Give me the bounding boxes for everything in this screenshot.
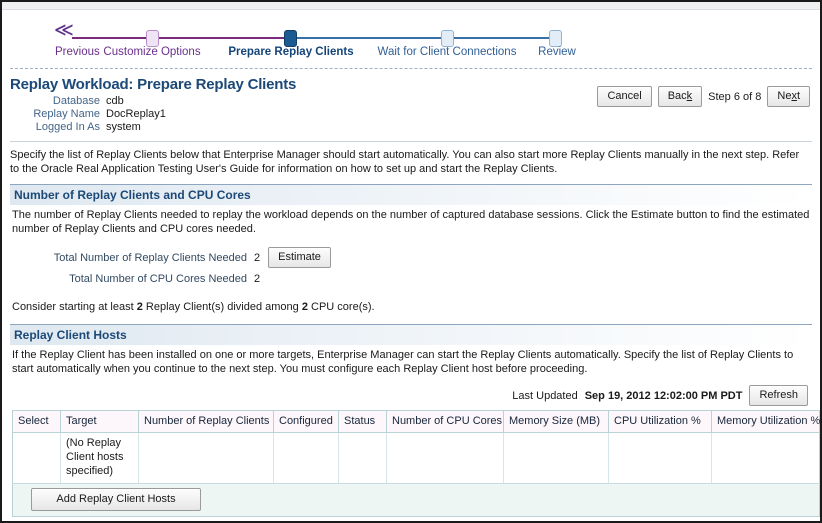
consider-prefix: Consider starting at least <box>12 301 137 313</box>
hosts-description: If the Replay Client has been installed … <box>12 349 794 375</box>
section-body-hosts: If the Replay Client has been installed … <box>10 345 820 519</box>
train-label-prepare-replay-clients: Prepare Replay Clients <box>228 46 354 58</box>
add-replay-client-hosts-button[interactable]: Add Replay Client Hosts <box>31 488 201 511</box>
cell-memory-size <box>503 432 609 484</box>
train-label-previous[interactable]: Previous <box>55 46 100 58</box>
clients-description: The number of Replay Clients needed to r… <box>12 209 810 235</box>
train-track: ≪ <box>2 21 820 47</box>
header-property-row: Database cdb <box>10 95 166 108</box>
cell-configured <box>273 432 339 484</box>
intro-text: Specify the list of Replay Clients below… <box>10 149 800 175</box>
next-button-label-pre: Ne <box>777 90 792 102</box>
cell-cpu-utilization <box>608 432 712 484</box>
train-segment-2 <box>155 37 290 39</box>
consider-middle: Replay Client(s) divided among <box>142 301 302 313</box>
page-header: Replay Workload: Prepare Replay Clients … <box>2 69 820 138</box>
header-property-value: cdb <box>106 95 124 107</box>
section-body-clients: The number of Replay Clients needed to r… <box>10 205 812 316</box>
header-property-label: Replay Name <box>33 108 100 120</box>
label-total-cpu-cores-needed: Total Number of CPU Cores Needed <box>69 273 247 285</box>
consider-line: Consider starting at least 2 Replay Clie… <box>12 300 810 314</box>
clients-form: Total Number of Replay Clients Needed 2 … <box>12 245 331 288</box>
header-property-label: Logged In As <box>35 121 100 133</box>
table-body: (No Replay Client hosts specified) <box>12 432 820 484</box>
window-top-strip <box>2 2 820 10</box>
last-updated-value: Sep 19, 2012 12:02:00 PM PDT <box>584 389 743 402</box>
replay-workload-page: ≪ Previous Customize Options Prepare Rep… <box>0 0 822 523</box>
table-footer: Add Replay Client Hosts <box>12 483 820 517</box>
table-header-row: Select Target Number of Replay Clients C… <box>12 410 820 433</box>
column-header-number-of-replay-clients[interactable]: Number of Replay Clients <box>138 410 274 433</box>
header-property-row: Replay Name DocReplay1 <box>10 108 166 121</box>
section-heading-hosts: Replay Client Hosts <box>10 324 812 345</box>
column-header-memory-size[interactable]: Memory Size (MB) <box>503 410 609 433</box>
estimate-cell: Estimate <box>268 245 331 270</box>
header-actions: Cancel Back Step 6 of 8 Next <box>597 86 810 107</box>
cell-memory-utilization <box>711 432 820 484</box>
table-footer-cell: Add Replay Client Hosts <box>12 483 820 517</box>
back-button-label-pre: Bac <box>667 90 687 102</box>
back-button-accel: k <box>686 90 693 102</box>
column-header-target[interactable]: Target <box>60 410 139 433</box>
value-total-cpu-cores-needed: 2 <box>254 273 261 285</box>
refresh-button[interactable]: Refresh <box>749 385 808 406</box>
table-header: Select Target Number of Replay Clients C… <box>12 410 820 433</box>
cell-number-of-cpu-cores <box>386 432 504 484</box>
estimate-button[interactable]: Estimate <box>268 247 331 268</box>
cell-number-of-replay-clients <box>138 432 274 484</box>
replay-client-hosts-table: Select Target Number of Replay Clients C… <box>12 410 820 517</box>
double-chevron-left-icon[interactable]: ≪ <box>54 21 74 40</box>
train-label-wait-for-client-connections[interactable]: Wait for Client Connections <box>378 46 517 58</box>
section-heading-clients: Number of Replay Clients and CPU Cores <box>10 184 812 205</box>
column-header-number-of-cpu-cores[interactable]: Number of CPU Cores <box>386 410 504 433</box>
back-button[interactable]: Back <box>657 86 703 107</box>
form-row-replay-clients-needed: Total Number of Replay Clients Needed 2 … <box>12 245 331 270</box>
column-header-status[interactable]: Status <box>338 410 387 433</box>
train-segment-4 <box>453 37 555 39</box>
train-segment-3 <box>295 37 447 39</box>
step-indicator: Step 6 of 8 <box>708 90 762 103</box>
train-node-wait-for-client-connections[interactable] <box>441 30 454 47</box>
column-header-select[interactable]: Select <box>12 410 61 433</box>
column-header-configured[interactable]: Configured <box>273 410 339 433</box>
last-updated-label: Last Updated <box>512 389 578 402</box>
train-node-customize-options[interactable] <box>146 30 159 47</box>
last-updated-row: Last Updated Sep 19, 2012 12:02:00 PM PD… <box>12 385 810 406</box>
number-of-replay-clients-section: Number of Replay Clients and CPU Cores T… <box>10 184 812 316</box>
cell-empty-message: (No Replay Client hosts specified) <box>60 432 139 484</box>
train-segment-1 <box>72 37 155 39</box>
value-total-replay-clients-needed: 2 <box>254 251 261 264</box>
table-footer-row: Add Replay Client Hosts <box>12 483 820 517</box>
column-header-cpu-utilization[interactable]: CPU Utilization % <box>608 410 712 433</box>
wizard-train: ≪ Previous Customize Options Prepare Rep… <box>2 10 820 66</box>
consider-suffix: CPU core(s). <box>307 301 375 313</box>
header-properties: Database cdb Replay Name DocReplay1 Logg… <box>10 95 166 134</box>
train-node-prepare-replay-clients[interactable] <box>284 30 297 47</box>
cancel-button[interactable]: Cancel <box>597 86 652 107</box>
cell-status <box>338 432 387 484</box>
next-button[interactable]: Next <box>767 86 810 107</box>
empty-cell <box>268 270 331 288</box>
cell-select <box>12 432 61 484</box>
column-header-memory-utilization[interactable]: Memory Utilization % <box>711 410 820 433</box>
train-label-review[interactable]: Review <box>538 46 576 58</box>
train-node-review[interactable] <box>549 30 562 47</box>
label-total-replay-clients-needed: Total Number of Replay Clients Needed <box>53 251 247 264</box>
table-row: (No Replay Client hosts specified) <box>12 432 820 484</box>
train-label-customize-options[interactable]: Customize Options <box>103 46 200 58</box>
header-property-value: system <box>106 121 141 133</box>
form-row-cpu-cores-needed: Total Number of CPU Cores Needed 2 <box>12 270 331 288</box>
replay-client-hosts-section: Replay Client Hosts If the Replay Client… <box>10 324 820 519</box>
next-button-label-post: t <box>796 90 800 102</box>
header-property-label: Database <box>52 95 100 107</box>
header-property-row: Logged In As system <box>10 121 166 134</box>
header-property-value: DocReplay1 <box>106 108 166 120</box>
